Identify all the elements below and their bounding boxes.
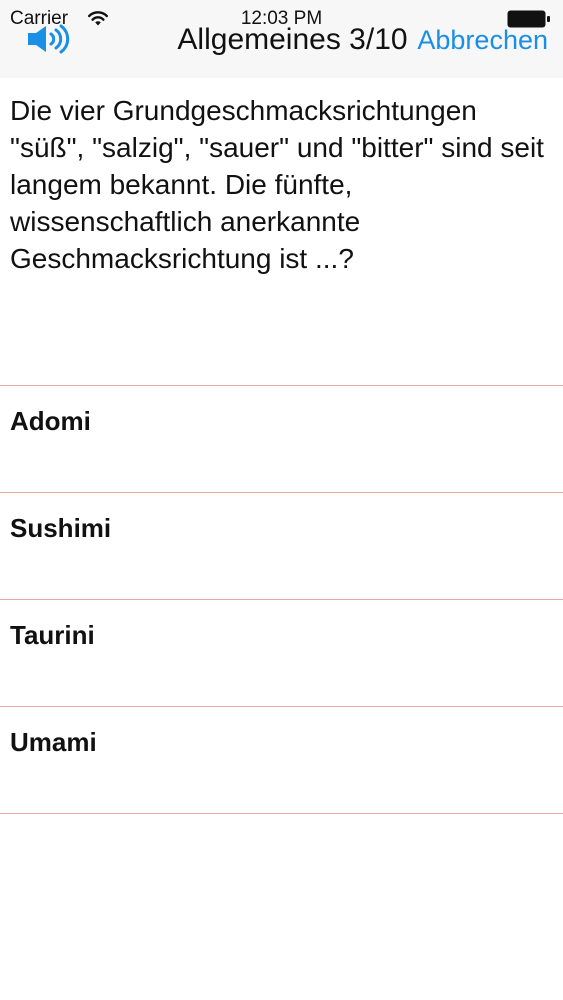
answer-option-2[interactable]: Sushimi	[0, 492, 563, 599]
answer-list: Adomi Sushimi Taurini Umami	[0, 385, 563, 814]
question-text: Die vier Grundgeschmacksrichtungen "süß"…	[10, 95, 544, 274]
answer-option-4[interactable]: Umami	[0, 706, 563, 814]
answer-option-1[interactable]: Adomi	[0, 385, 563, 492]
answer-option-3[interactable]: Taurini	[0, 599, 563, 706]
quiz-screen: Carrier 12:03 PM Allgemeines 3/10 Abbrec…	[0, 0, 563, 1000]
answer-label: Sushimi	[10, 513, 112, 543]
answer-label: Adomi	[10, 406, 91, 436]
navigation-bar: Carrier 12:03 PM Allgemeines 3/10 Abbrec…	[0, 0, 563, 78]
cancel-button[interactable]: Abbrechen	[417, 23, 548, 57]
answer-label: Umami	[10, 727, 97, 757]
answer-label: Taurini	[10, 620, 95, 650]
